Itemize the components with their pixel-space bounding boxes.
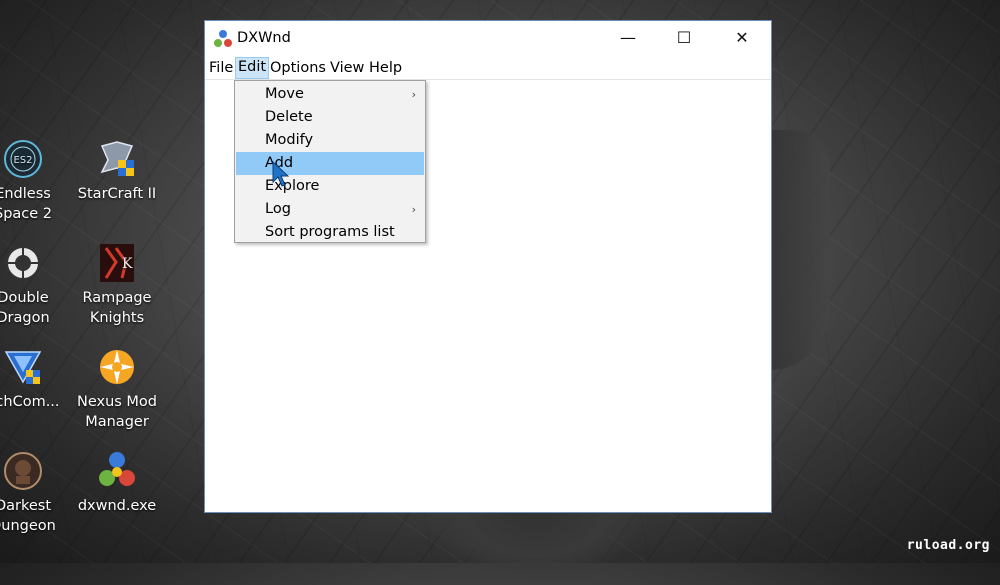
desktop-icon-rampage-knights[interactable]: K Rampage Knights xyxy=(72,242,162,328)
menu-item-label: Log xyxy=(265,201,291,217)
window-title: DXWnd xyxy=(237,30,291,46)
desktop-icon-darkest-dungeon[interactable]: Darkest Dungeon xyxy=(0,450,68,536)
mechcom-icon xyxy=(2,346,44,388)
menu-item-delete[interactable]: Delete xyxy=(236,106,424,129)
desktop-icon-nexus-mod-manager[interactable]: Nexus Mod Manager xyxy=(72,346,162,432)
dxwnd-exe-icon xyxy=(96,450,138,492)
submenu-arrow-icon: › xyxy=(411,203,416,216)
menu-bar: File Edit Options View Help xyxy=(205,57,771,80)
starcraft-icon xyxy=(96,138,138,180)
svg-text:K: K xyxy=(122,256,133,272)
menu-edit[interactable]: Edit xyxy=(235,57,270,79)
menu-help[interactable]: Help xyxy=(367,58,404,78)
desktop-icon-endless-space-2[interactable]: ES2 Endless Space 2 xyxy=(0,138,68,224)
darkest-dungeon-icon xyxy=(2,450,44,492)
double-dragon-icon xyxy=(2,242,44,284)
menu-file[interactable]: File xyxy=(207,58,235,78)
menu-item-add[interactable]: Add xyxy=(236,152,424,175)
menu-options[interactable]: Options xyxy=(268,58,328,78)
desktop-icon-dxwnd-exe[interactable]: dxwnd.exe xyxy=(72,450,162,516)
endless-space-icon: ES2 xyxy=(2,138,44,180)
dxwnd-app-icon xyxy=(213,29,233,49)
menu-item-sort-programs-list[interactable]: Sort programs list xyxy=(236,221,424,244)
menu-item-label: Modify xyxy=(265,132,314,148)
mouse-cursor-icon xyxy=(271,160,291,188)
wallpaper-skull xyxy=(420,505,650,585)
menu-item-label: Sort programs list xyxy=(265,224,395,240)
menu-item-explore[interactable]: Explore xyxy=(236,175,424,198)
close-button[interactable]: ✕ xyxy=(719,21,765,55)
rampage-knights-icon: K xyxy=(96,242,138,284)
watermark: ruload.org xyxy=(906,538,990,553)
menu-item-move[interactable]: Move › xyxy=(236,83,424,106)
desktop-icon-double-dragon[interactable]: Double Dragon xyxy=(0,242,68,328)
desktop-icon-mechcom[interactable]: echCom... xyxy=(0,346,68,412)
nexus-mod-icon xyxy=(96,346,138,388)
menu-item-log[interactable]: Log › xyxy=(236,198,424,221)
maximize-button[interactable]: ☐ xyxy=(661,21,707,55)
minimize-button[interactable]: — xyxy=(605,21,651,55)
menu-item-label: Move xyxy=(265,86,304,102)
svg-text:ES2: ES2 xyxy=(13,155,32,166)
edit-dropdown-menu: Move › Delete Modify Add Explore Log › S… xyxy=(234,80,426,243)
menu-item-modify[interactable]: Modify xyxy=(236,129,424,152)
title-bar[interactable]: DXWnd — ☐ ✕ xyxy=(205,21,771,57)
menu-view[interactable]: View xyxy=(328,58,366,78)
submenu-arrow-icon: › xyxy=(411,88,416,101)
menu-item-label: Delete xyxy=(265,109,313,125)
desktop-icon-starcraft-ii[interactable]: StarCraft II xyxy=(72,138,162,204)
